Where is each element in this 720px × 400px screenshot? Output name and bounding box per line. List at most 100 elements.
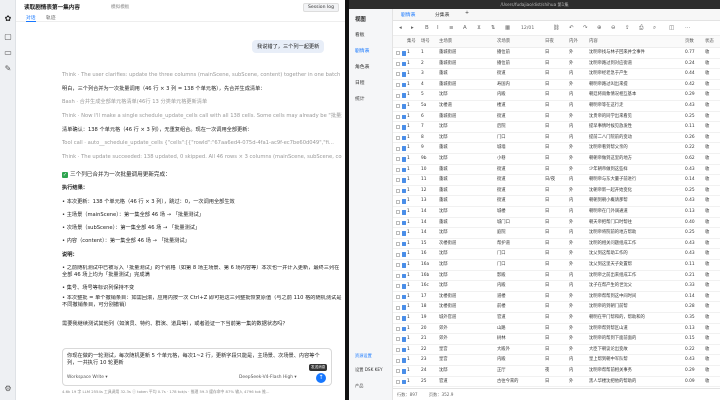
insert-icon[interactable]: ⊕ (597, 25, 602, 31)
table-cell[interactable]: 外 (569, 377, 587, 388)
table-cell[interactable]: 1 (407, 165, 419, 176)
row-checkbox[interactable] (396, 337, 400, 342)
table-row[interactable]: 1 18 沈楼街道 前楼日外沈明帝的到朝门前帮 0.28 收 (393, 302, 720, 313)
table-cell[interactable]: 6 (421, 112, 437, 123)
table-cell[interactable]: 0.35 (685, 313, 703, 324)
table-cell[interactable]: 山路 (497, 324, 543, 335)
table-cell[interactable]: 沈明帝将院前的地方帮助 (589, 228, 683, 239)
delete-icon[interactable]: ⊖ (611, 25, 616, 31)
table-cell[interactable]: 沈邸 (439, 154, 495, 165)
row-checkbox[interactable] (396, 358, 400, 363)
table-cell[interactable]: 收 (705, 80, 719, 91)
table-cell[interactable]: 道楼 (497, 292, 543, 303)
table-cell[interactable]: 收 (705, 59, 719, 70)
table-cell[interactable]: 收 (705, 133, 719, 144)
table-cell[interactable]: 0.15 (685, 334, 703, 345)
row-checkbox[interactable] (396, 242, 400, 247)
table-cell[interactable]: 日 (545, 228, 567, 239)
table-cell[interactable]: 0.43 (685, 165, 703, 176)
table-cell[interactable]: 朝天帝把帮门口时帮往 (589, 218, 683, 229)
table-cell[interactable]: 沈明帝之前出来组成工作 (589, 271, 683, 282)
table-cell[interactable]: 沈明帝帮帮到这中间时间 (589, 292, 683, 303)
table-cell[interactable]: 朝廷将雨象情况相互基本 (589, 90, 683, 101)
row-checkbox[interactable] (396, 220, 400, 225)
table-cell[interactable]: 收 (705, 366, 719, 377)
table-cell[interactable]: 0.21 (685, 271, 703, 282)
table-cell[interactable]: 蓬城街道 (439, 80, 495, 91)
table-cell[interactable]: 0.29 (685, 366, 703, 377)
table-cell[interactable]: 0.43 (685, 101, 703, 112)
table-row[interactable]: 1 23 皇宫 内殿日内皇上帮到朝中军队帮 0.43 收 (393, 355, 720, 366)
table-cell[interactable]: 1 (407, 218, 419, 229)
table-cell[interactable]: 正厅 (497, 366, 543, 377)
redo-icon[interactable]: ↷ (583, 25, 588, 31)
table-cell[interactable]: 街道 (497, 196, 543, 207)
table-cell[interactable]: 0.43 (685, 355, 703, 366)
table-cell[interactable]: 日 (545, 80, 567, 91)
table-cell[interactable]: 0.43 (685, 239, 703, 250)
table-cell[interactable]: 外 (569, 260, 587, 271)
table-cell[interactable]: 大臣下朝议论出变故 (589, 345, 683, 356)
table-cell[interactable]: 1 (407, 59, 419, 70)
table-cell[interactable]: 日 (545, 154, 567, 165)
row-checkbox[interactable] (396, 93, 400, 98)
row-checkbox[interactable] (396, 61, 400, 66)
table-cell[interactable]: 0.25 (685, 228, 703, 239)
table-row[interactable]: 1 22 皇宫 大殿外日外大臣下朝议论出变故 0.22 收 (393, 345, 720, 356)
bash-step[interactable]: Bash · 合并生成全部单元格清单(46行 13 分类单元格更新清单 (62, 98, 342, 105)
send-button[interactable]: ↑ (316, 373, 326, 383)
table-cell[interactable]: 日 (545, 143, 567, 154)
row-checkbox[interactable] (396, 51, 400, 56)
print-icon[interactable]: ⎙ (639, 25, 643, 32)
table-cell[interactable]: 0.28 (685, 302, 703, 313)
table-cell[interactable]: 朝明帝在门外调通道 (589, 207, 683, 218)
table-row[interactable]: 1 24 沈邸 正厅夜内沈明帝帮帮前相关事务 0.29 收 (393, 366, 720, 377)
table-cell[interactable]: 日 (545, 292, 567, 303)
italic-icon[interactable]: I (437, 25, 439, 31)
table-cell[interactable]: 日 (545, 90, 567, 101)
table-cell[interactable]: 城门口 (497, 218, 543, 229)
table-cell[interactable]: 沈邸 (439, 228, 495, 239)
table-row[interactable]: 1 8 沈邸 门口日内提前二八门院前的变动 0.26 收 (393, 133, 720, 144)
table-cell[interactable]: 收 (705, 175, 719, 186)
table-cell[interactable]: 1 (421, 48, 437, 59)
table-cell[interactable]: 门口 (497, 133, 543, 144)
table-row[interactable]: 1 14 蓬城 城门口日外朝天帝把帮门口时帮往 0.40 收 (393, 218, 720, 229)
table-cell[interactable]: 沈朝帝新一起开始变化 (589, 186, 683, 197)
table-cell[interactable]: 朝明帝路过叫出来提 (589, 80, 683, 91)
table-cell[interactable]: 城墙 (497, 143, 543, 154)
table-cell[interactable]: 内 (569, 175, 587, 186)
table-row[interactable]: 1 20 郊外 山路日外沈明帝帮到帮区山道 0.13 收 (393, 324, 720, 335)
table-cell[interactable]: 收 (705, 334, 719, 345)
sidebar-item-stats[interactable]: 统计 (355, 95, 365, 102)
table-cell[interactable]: 内 (569, 228, 587, 239)
table-cell[interactable]: 内 (569, 355, 587, 366)
table-row[interactable]: 1 7 沈邸 后院日内提早事情时候见放发性 0.11 收 (393, 122, 720, 133)
table-cell[interactable]: 沈邸 (439, 281, 495, 292)
table-cell[interactable]: 街道 (497, 112, 543, 123)
table-cell[interactable]: 街道 (497, 186, 543, 197)
table-cell[interactable]: 1 (407, 281, 419, 292)
table-cell[interactable]: 0.13 (685, 324, 703, 335)
table-cell[interactable]: 3 (421, 69, 437, 80)
table-cell[interactable]: 郊外 (439, 324, 495, 335)
export-icon[interactable]: ⇪ (625, 25, 630, 31)
row-checkbox[interactable] (396, 136, 400, 141)
table-cell[interactable]: 外 (569, 143, 587, 154)
table-row[interactable]: 1 10 蓬城 街道日外少年朝帝做到这些样 0.43 收 (393, 165, 720, 176)
table-cell[interactable]: 帮护道 (497, 239, 543, 250)
table-cell[interactable]: 0.29 (685, 90, 703, 101)
table-cell[interactable]: 沈明帝的帮到下面前面的 (589, 334, 683, 345)
table-cell[interactable]: 0.22 (685, 345, 703, 356)
chat-input[interactable]: 你现在做的一轮测试，每次随机更新 5 个单元格，每次1~2 行，更新字段只能是，… (67, 353, 329, 367)
table-cell[interactable]: 7 (421, 122, 437, 133)
table-cell[interactable]: 内殿 (497, 90, 543, 101)
table-cell[interactable]: 10 (421, 165, 437, 176)
table-cell[interactable]: 收 (705, 186, 719, 197)
table-row[interactable]: 1 16b 沈邸 影殿日内沈明帝之前出来组成工作 0.21 收 (393, 271, 720, 282)
table-cell[interactable]: 日 (545, 196, 567, 207)
table-cell[interactable]: 0.14 (685, 292, 703, 303)
table-cell[interactable]: 寿国内 (497, 80, 543, 91)
table-cell[interactable]: 9 (421, 143, 437, 154)
table-cell[interactable]: 树林 (497, 334, 543, 345)
